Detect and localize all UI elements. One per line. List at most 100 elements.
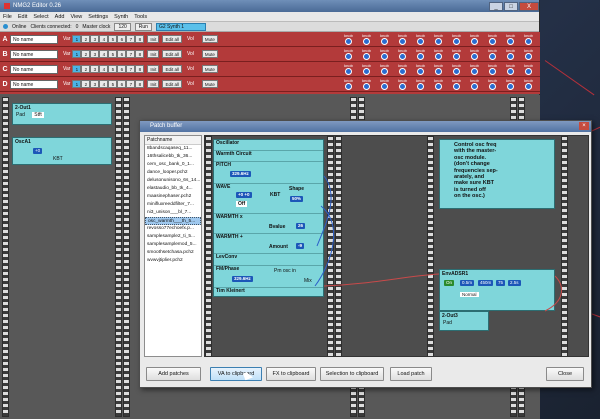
menu-add[interactable]: Add	[55, 14, 65, 20]
list-item[interactable]: 8bandscaqaseq_11...	[145, 145, 201, 153]
out-module[interactable]: 2-Out1 Pad Stft	[12, 103, 112, 125]
knob[interactable]: knob	[430, 78, 447, 90]
knob[interactable]: knob	[466, 63, 483, 75]
knob[interactable]: knob	[430, 48, 447, 60]
variation-button[interactable]: 7	[126, 65, 136, 73]
dialog-close-button[interactable]: Close	[546, 367, 584, 381]
list-item[interactable]: samplesamplemod_5...	[145, 241, 201, 249]
variation-button[interactable]: 2	[81, 80, 91, 88]
knob[interactable]: knob	[484, 63, 501, 75]
knob[interactable]: knob	[466, 78, 483, 90]
menu-file[interactable]: File	[3, 14, 12, 20]
variation-button[interactable]: 1	[72, 65, 82, 73]
edit-all-button[interactable]: Edit all	[162, 50, 182, 58]
freq-display[interactable]: +0	[33, 148, 43, 154]
knob[interactable]: knob	[376, 48, 393, 60]
knob[interactable]: knob	[358, 33, 375, 45]
menu-synth[interactable]: Synth	[114, 14, 128, 20]
bvalue-display[interactable]: 26	[296, 223, 306, 229]
knob[interactable]: knob	[520, 63, 537, 75]
knob[interactable]: knob	[502, 33, 519, 45]
knob[interactable]: knob	[376, 63, 393, 75]
knob[interactable]: knob	[340, 63, 357, 75]
wave-display[interactable]: +0 +0	[236, 192, 252, 198]
variation-button[interactable]: 4	[99, 35, 109, 43]
variation-button[interactable]: 1	[72, 50, 82, 58]
close-button[interactable]: X	[519, 1, 539, 11]
variation-button[interactable]: 6	[117, 80, 127, 88]
knob[interactable]: knob	[412, 78, 429, 90]
off-button[interactable]: Off	[236, 201, 248, 207]
patch-list-header[interactable]: Patchname	[145, 136, 201, 145]
list-item[interactable]: samplesample2_ti_5...	[145, 233, 201, 241]
list-item[interactable]: elastaudio_bb_tk_4...	[145, 185, 201, 193]
knob[interactable]: knob	[394, 33, 411, 45]
mute-button[interactable]: Mute	[201, 35, 218, 43]
variation-button[interactable]: 6	[117, 50, 127, 58]
variation-button[interactable]: 7	[126, 50, 136, 58]
knob[interactable]: knob	[340, 78, 357, 90]
list-item[interactable]: wvwvjtiplier.pch2	[145, 257, 201, 265]
load-patch-button[interactable]: Load patch	[390, 367, 432, 381]
slot-name-field[interactable]: No name	[10, 49, 58, 59]
edit-all-button[interactable]: Edit all	[162, 80, 182, 88]
knob[interactable]: knob	[412, 48, 429, 60]
knob[interactable]: knob	[358, 78, 375, 90]
env-attack-display[interactable]: 0.5m	[460, 280, 475, 286]
variation-button[interactable]: 2	[81, 65, 91, 73]
variation-button[interactable]: 5	[108, 50, 118, 58]
knob[interactable]: knob	[502, 63, 519, 75]
init-button[interactable]: Init	[147, 80, 160, 88]
variation-button[interactable]: 7	[126, 80, 136, 88]
minimize-button[interactable]: _	[489, 1, 503, 11]
variation-button[interactable]: 8	[135, 35, 145, 43]
env-release-display[interactable]: 2.5s	[508, 280, 521, 286]
list-item[interactable]: maasinephaser.pch2	[145, 193, 201, 201]
menu-tools[interactable]: Tools	[134, 14, 147, 20]
variation-button[interactable]: 8	[135, 50, 145, 58]
slot-letter[interactable]: C	[0, 66, 10, 73]
synth-selector[interactable]: G2 Synth 1	[155, 22, 206, 31]
osc-module[interactable]: OscA1 +0 KBT	[12, 137, 112, 165]
edit-all-button[interactable]: Edit all	[162, 35, 182, 43]
mute-button[interactable]: Mute	[201, 50, 218, 58]
knob[interactable]: knob	[358, 48, 375, 60]
knob[interactable]: knob	[412, 63, 429, 75]
variation-button[interactable]: 1	[72, 80, 82, 88]
knob[interactable]: knob	[430, 33, 447, 45]
patch-list[interactable]: Patchname 8bandscaqaseq_11... 16thsalice…	[144, 135, 202, 357]
variation-button[interactable]: 2	[81, 50, 91, 58]
variation-button[interactable]: 3	[90, 80, 100, 88]
menu-edit[interactable]: Edit	[18, 14, 27, 20]
variation-button[interactable]: 3	[90, 50, 100, 58]
knob[interactable]: knob	[448, 48, 465, 60]
bpm-field[interactable]: 120	[114, 22, 131, 31]
variation-button[interactable]: 3	[90, 35, 100, 43]
mute-button[interactable]: Mute	[201, 65, 218, 73]
variation-button[interactable]: 4	[99, 65, 109, 73]
variation-button[interactable]: 2	[81, 35, 91, 43]
envelope-module[interactable]: EnvADSR1 On 0.5m 450m 75 2.5s Normal	[439, 269, 555, 311]
variation-button[interactable]: 1	[72, 35, 82, 43]
shape-display[interactable]: 50%	[290, 196, 304, 202]
knob[interactable]: knob	[520, 33, 537, 45]
variation-button[interactable]: 5	[108, 65, 118, 73]
menu-select[interactable]: Select	[33, 14, 48, 20]
menu-view[interactable]: View	[70, 14, 82, 20]
knob[interactable]: knob	[430, 63, 447, 75]
comment-module[interactable]: Control osc freq with the master- osc mo…	[439, 139, 555, 209]
knob[interactable]: knob	[520, 48, 537, 60]
slot-letter[interactable]: B	[0, 51, 10, 58]
knob[interactable]: knob	[448, 78, 465, 90]
init-button[interactable]: Init	[147, 65, 160, 73]
knob[interactable]: knob	[412, 33, 429, 45]
knob[interactable]: knob	[484, 48, 501, 60]
variation-button[interactable]: 8	[135, 80, 145, 88]
list-item-selected[interactable]: osc_warmth___th_5...	[145, 217, 201, 225]
env-decay-display[interactable]: 450m	[478, 280, 494, 286]
knob[interactable]: knob	[340, 33, 357, 45]
variation-button[interactable]: 6	[117, 65, 127, 73]
list-item[interactable]: 16thsalicebb_tk_36...	[145, 153, 201, 161]
menu-settings[interactable]: Settings	[88, 14, 108, 20]
variation-button[interactable]: 5	[108, 80, 118, 88]
